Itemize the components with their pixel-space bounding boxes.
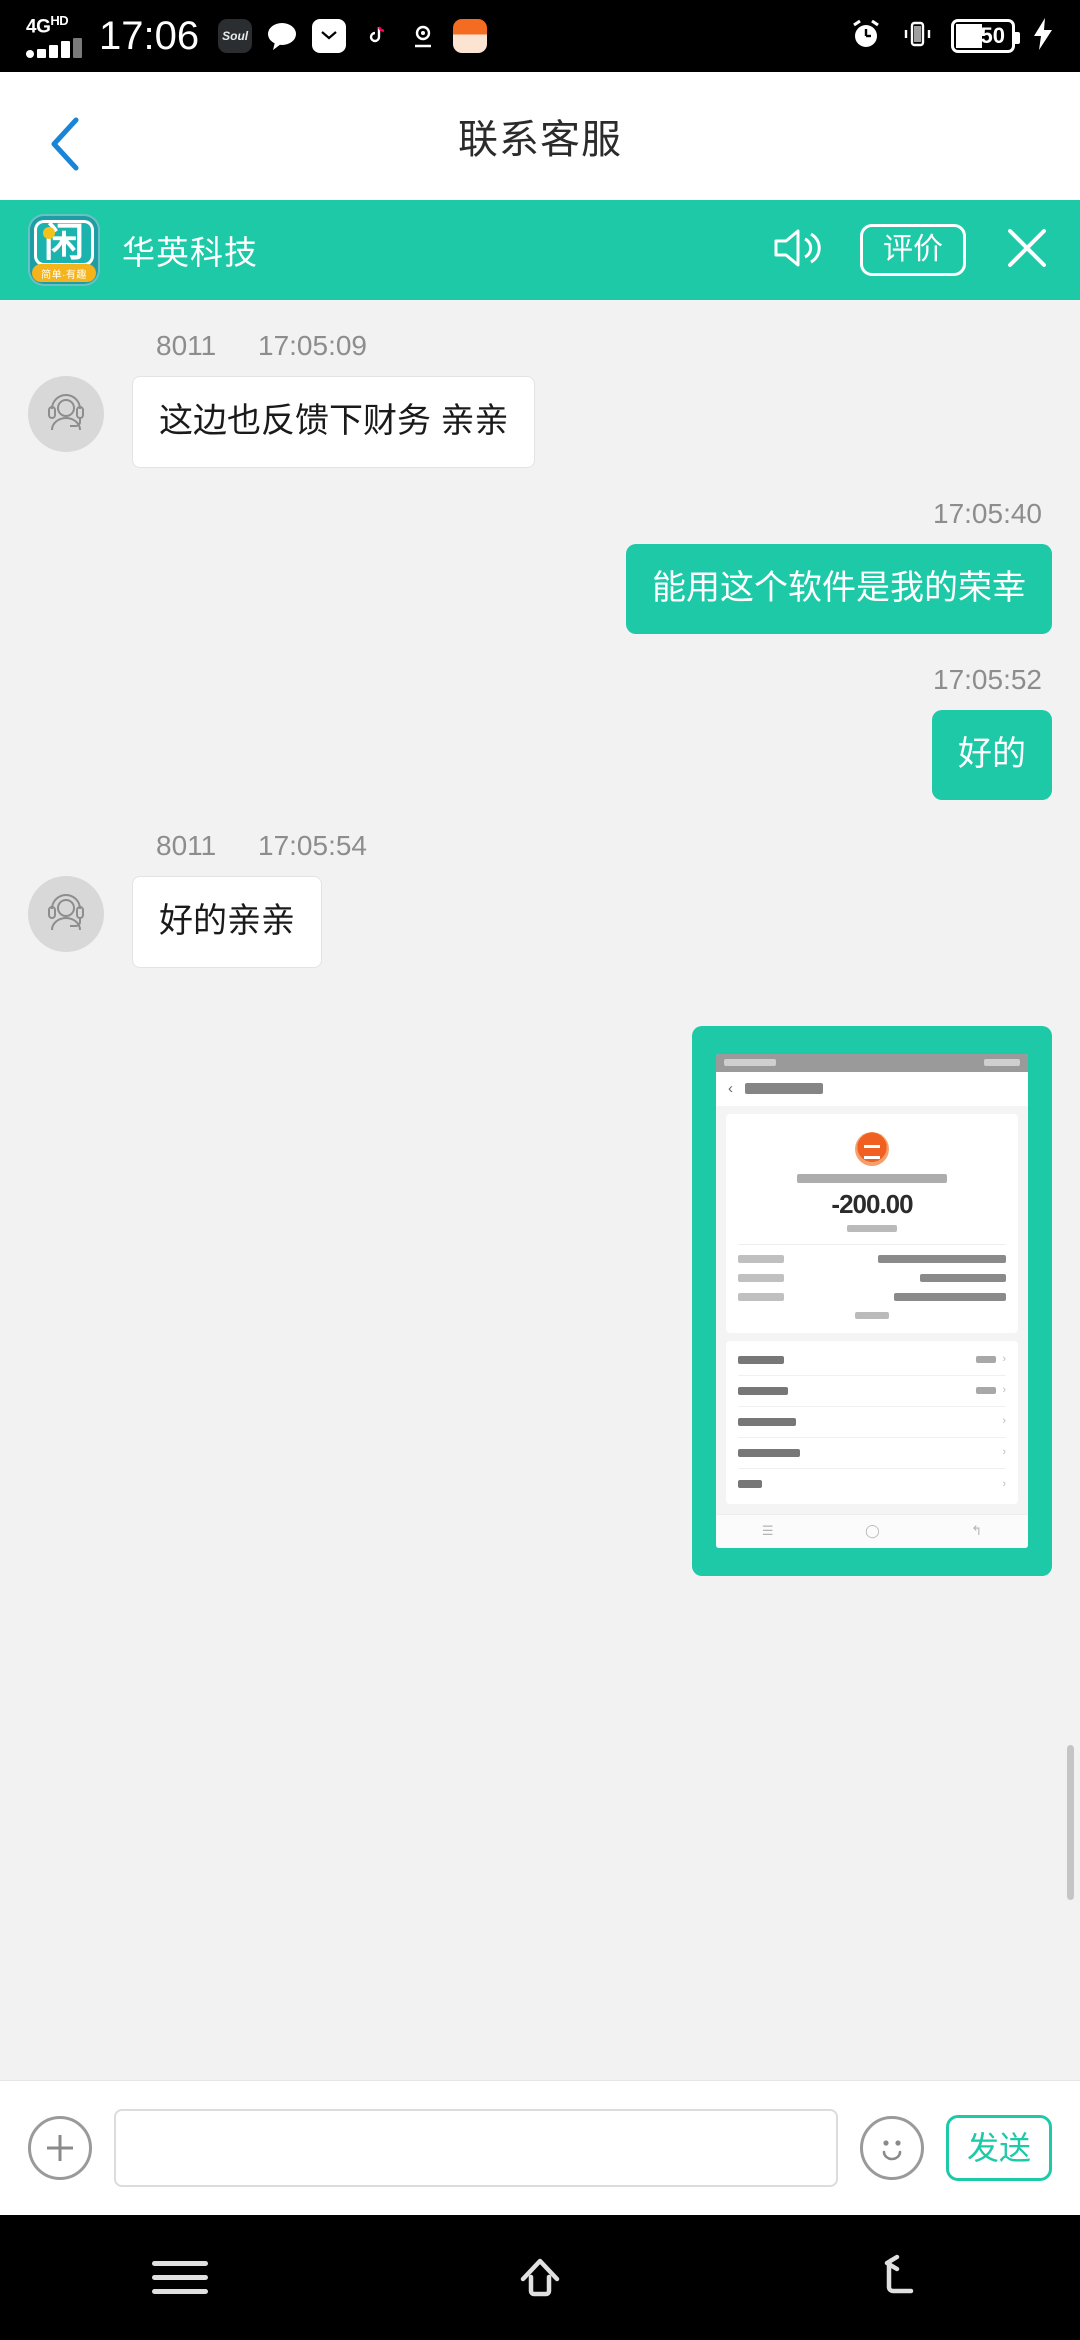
screenshot-bottom-nav: ☰ ◯ ↰ — [716, 1513, 1028, 1548]
message-meta: 8011 17:05:09 — [28, 330, 1052, 362]
message-bubble[interactable]: 这边也反馈下财务 亲亲 — [132, 376, 536, 468]
screenshot-detail-row — [738, 1273, 1006, 1282]
chat-message: 8011 17:05:09 这边也反馈下财务 亲亲 — [28, 330, 1052, 468]
screenshot-amount-card: -200.00 — [726, 1113, 1018, 1333]
message-input-bar: 发送 — [0, 2080, 1080, 2215]
chat-message: 17:05:52 好的 — [28, 664, 1052, 800]
back-chevron-icon[interactable] — [46, 114, 90, 171]
chat-message-list[interactable]: 8011 17:05:09 这边也反馈下财务 亲亲 17:05:40 能用这个软… — [0, 300, 1080, 2132]
emoji-smile-icon[interactable] — [859, 2116, 924, 2180]
rate-button[interactable]: 评价 — [860, 224, 966, 276]
title-bar: 联系客服 — [0, 72, 1080, 200]
message-bubble[interactable]: 能用这个软件是我的荣幸 — [626, 543, 1052, 634]
screenshot-menu-icon: ☰ — [761, 1523, 774, 1539]
mail-icon — [312, 19, 347, 53]
screenshot-option-list: › › › › › — [726, 1340, 1018, 1504]
company-logo: 闲 简单·有趣 — [28, 214, 100, 286]
screenshot-status-bar — [716, 1053, 1028, 1072]
brand-actions: 评价 — [772, 223, 1052, 278]
list-item: › — [738, 1345, 1006, 1376]
home-icon[interactable] — [495, 2243, 585, 2313]
screenshot-content: ‹ -200.00 › › › › › ☰ ◯ ↰ — [716, 1053, 1028, 1548]
page-title: 联系客服 — [458, 118, 622, 162]
screenshot-detail-row — [738, 1292, 1006, 1301]
payment-detail-screenshot[interactable]: ‹ -200.00 › › › › › ☰ ◯ ↰ — [692, 1025, 1052, 1576]
message-input[interactable] — [114, 2109, 838, 2187]
alipay-logo-icon — [855, 1131, 889, 1166]
message-meta: 17:05:40 — [28, 498, 1052, 530]
brand-bar: 闲 简单·有趣 华英科技 评价 — [0, 200, 1080, 300]
screenshot-back-icon: ‹ — [728, 1080, 733, 1098]
vibrate-icon — [900, 18, 934, 55]
signal-bars-icon — [26, 38, 82, 59]
charging-bolt-icon — [1032, 17, 1054, 56]
message-time: 17:05:54 — [258, 829, 367, 861]
send-button[interactable]: 发送 — [945, 2115, 1052, 2181]
brand-name: 华英科技 — [122, 234, 258, 271]
screenshot-title — [745, 1083, 823, 1095]
plus-icon[interactable] — [28, 2116, 92, 2180]
message-time: 17:05:09 — [258, 330, 367, 361]
status-bar-right: 50 — [849, 17, 1054, 56]
screenshot-expand-more — [855, 1311, 889, 1319]
soul-icon: Soul — [218, 19, 253, 53]
chat-message: 8011 17:05:54 好的亲亲 — [28, 830, 1052, 968]
back-icon[interactable] — [855, 2243, 945, 2313]
network-type-label: 4GHD — [26, 12, 69, 38]
hamburger-lines — [152, 2252, 208, 2303]
logo-glyph: 闲 — [34, 220, 94, 266]
tiktok-icon — [359, 19, 394, 53]
chat-message-image: ‹ -200.00 › › › › › ☰ ◯ ↰ — [28, 1025, 1052, 1576]
fox-app-icon — [453, 19, 488, 53]
message-bubble[interactable]: 好的 — [932, 709, 1052, 800]
scrollbar[interactable] — [1067, 1745, 1074, 1900]
message-time: 17:05:52 — [933, 663, 1042, 695]
screenshot-amount-subtitle — [847, 1224, 897, 1232]
message-sender: 8011 — [156, 330, 217, 361]
screenshot-amount: -200.00 — [831, 1188, 913, 1219]
screenshot-detail-rows — [738, 1243, 1006, 1301]
network-indicator: 4GHD — [26, 12, 82, 59]
screenshot-nav-bar: ‹ — [716, 1071, 1028, 1106]
message-bubble-icon — [265, 19, 299, 53]
message-bubble[interactable]: 好的亲亲 — [132, 875, 322, 968]
battery-icon: 50 — [951, 19, 1020, 53]
agent-headset-avatar — [28, 875, 104, 952]
android-nav-bar — [0, 2215, 1080, 2340]
message-sender: 8011 — [156, 829, 217, 861]
list-item: › — [738, 1407, 1006, 1438]
screenshot-home-icon: ◯ — [865, 1523, 880, 1539]
logo-ribbon-label: 简单·有趣 — [32, 264, 96, 282]
chat-message: 17:05:40 能用这个软件是我的荣幸 — [28, 498, 1052, 634]
close-icon[interactable] — [1002, 223, 1052, 278]
status-bar: 4GHD 17:06 Soul 50 — [0, 0, 1080, 72]
status-bar-left: 4GHD 17:06 Soul — [26, 12, 488, 59]
screenshot-merchant-name — [797, 1173, 947, 1183]
location-icon — [406, 19, 440, 53]
status-clock: 17:06 — [99, 13, 200, 58]
message-meta: 8011 17:05:54 — [28, 830, 1052, 862]
message-row: 好的亲亲 — [28, 875, 1052, 968]
screenshot-detail-row — [738, 1254, 1006, 1263]
message-time: 17:05:40 — [933, 497, 1042, 529]
agent-headset-avatar — [28, 376, 104, 452]
list-item: › — [738, 1438, 1006, 1469]
message-row: 这边也反馈下财务 亲亲 — [28, 376, 1052, 468]
message-row: 好的 — [28, 709, 1052, 800]
logo-dot-icon — [43, 227, 55, 239]
menu-icon[interactable] — [135, 2243, 225, 2313]
message-meta: 17:05:52 — [28, 664, 1052, 696]
screenshot-back-nav-icon: ↰ — [971, 1523, 983, 1539]
list-item: › — [738, 1376, 1006, 1407]
message-row: 能用这个软件是我的荣幸 — [28, 543, 1052, 634]
list-item: › — [738, 1469, 1006, 1500]
alarm-icon — [849, 17, 883, 56]
speaker-icon[interactable] — [772, 225, 824, 276]
